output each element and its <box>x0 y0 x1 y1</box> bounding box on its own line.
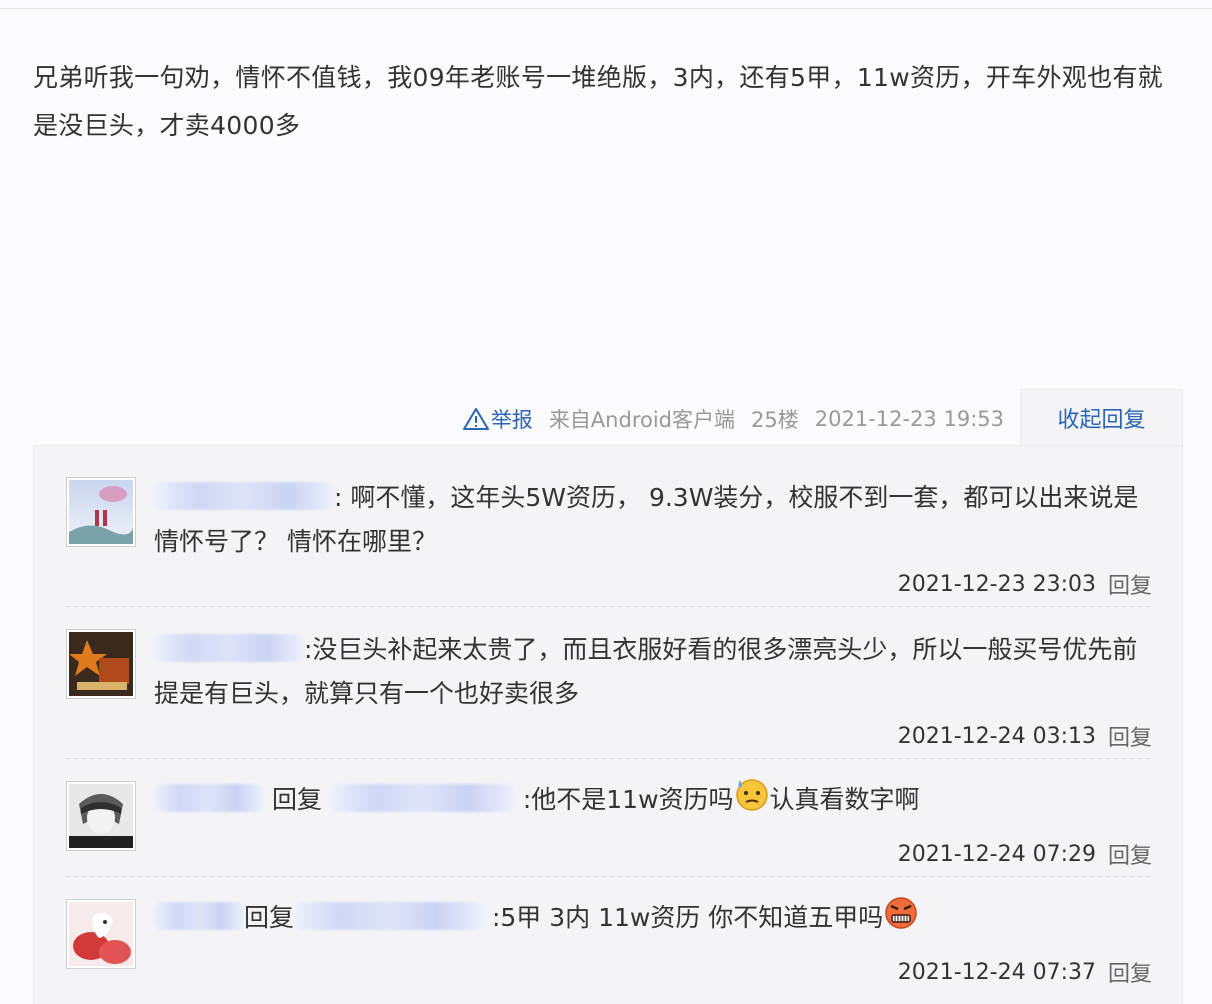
avatar-image <box>69 784 133 848</box>
username-link[interactable] <box>154 784 264 812</box>
reply-footer: 2021-12-24 07:37 回复 <box>898 956 1152 988</box>
reply-button[interactable]: 回复 <box>1108 568 1152 600</box>
username-link[interactable] <box>329 784 515 812</box>
reply-divider <box>66 606 1150 607</box>
post-timestamp: 2021-12-23 19:53 <box>814 407 1004 431</box>
reply-footer: 2021-12-24 03:13 回复 <box>898 720 1152 752</box>
post-source: 来自Android客户端 <box>548 408 736 432</box>
reply-button[interactable]: 回复 <box>1108 838 1152 870</box>
reply-list: : 啊不懂，这年头5W资历， 9.3W装分，校服不到一套，都可以出来说是情怀号了… <box>33 445 1183 1004</box>
reply-text: 回复 :5甲 3内 11w资历 你不知道五甲吗 <box>154 894 1154 940</box>
reply-footer: 2021-12-24 07:29 回复 <box>898 838 1152 870</box>
reply-message: :5甲 3内 11w资历 你不知道五甲吗 <box>484 903 884 932</box>
reply-message: 回复 <box>264 785 330 814</box>
reply-text: 回复 :他不是11w资历吗 认真看数字啊 <box>154 776 1154 822</box>
collapse-replies-button[interactable]: 收起回复 <box>1020 389 1183 446</box>
reply-button[interactable]: 回复 <box>1108 956 1152 988</box>
collapse-label: 收起回复 <box>1057 408 1146 433</box>
report-link[interactable]: 举报 <box>462 404 533 434</box>
warning-icon <box>462 408 489 430</box>
post-floor: 25楼 <box>751 408 799 432</box>
reply-timestamp: 2021-12-24 03:13 <box>897 723 1096 749</box>
reply-button[interactable]: 回复 <box>1108 720 1152 752</box>
sweat-emoji-icon <box>734 776 770 812</box>
reply-timestamp: 2021-12-23 23:03 <box>897 571 1096 597</box>
avatar-image <box>69 632 133 696</box>
username-link[interactable] <box>294 902 485 930</box>
avatar[interactable] <box>66 899 136 969</box>
reply-footer: 2021-12-23 23:03 回复 <box>898 568 1152 600</box>
post-content: 兄弟听我一句劝，情怀不值钱，我09年老账号一堆绝版，3内，还有5甲，11w资历，… <box>33 63 1163 140</box>
username-link[interactable] <box>154 902 244 930</box>
reply-timestamp: 2021-12-24 07:29 <box>897 841 1096 867</box>
avatar[interactable] <box>66 477 136 547</box>
username-link[interactable] <box>154 482 334 510</box>
reply-timestamp: 2021-12-24 07:37 <box>897 959 1096 985</box>
reply-divider <box>66 758 1150 759</box>
post-meta-bar: 举报 来自Android客户端 25楼 2021-12-23 19:53 <box>0 395 1022 443</box>
top-divider <box>0 8 1212 9</box>
reply-message: :他不是11w资历吗 <box>514 785 734 814</box>
reply-divider <box>66 876 1150 877</box>
reply-text: :没巨头补起来太贵了，而且衣服好看的很多漂亮头少，所以一般买号优先前提是有巨头，… <box>154 628 1154 716</box>
avatar[interactable] <box>66 781 136 851</box>
avatar[interactable] <box>66 629 136 699</box>
report-label: 举报 <box>490 408 533 432</box>
reply-message: 回复 <box>244 903 295 932</box>
avatar-image <box>69 902 133 966</box>
reply-text: : 啊不懂，这年头5W资历， 9.3W装分，校服不到一套，都可以出来说是情怀号了… <box>154 476 1154 564</box>
username-link[interactable] <box>154 634 304 662</box>
reply-message: 认真看数字啊 <box>769 785 920 814</box>
angry-emoji-icon <box>883 894 919 930</box>
avatar-image <box>69 480 133 544</box>
